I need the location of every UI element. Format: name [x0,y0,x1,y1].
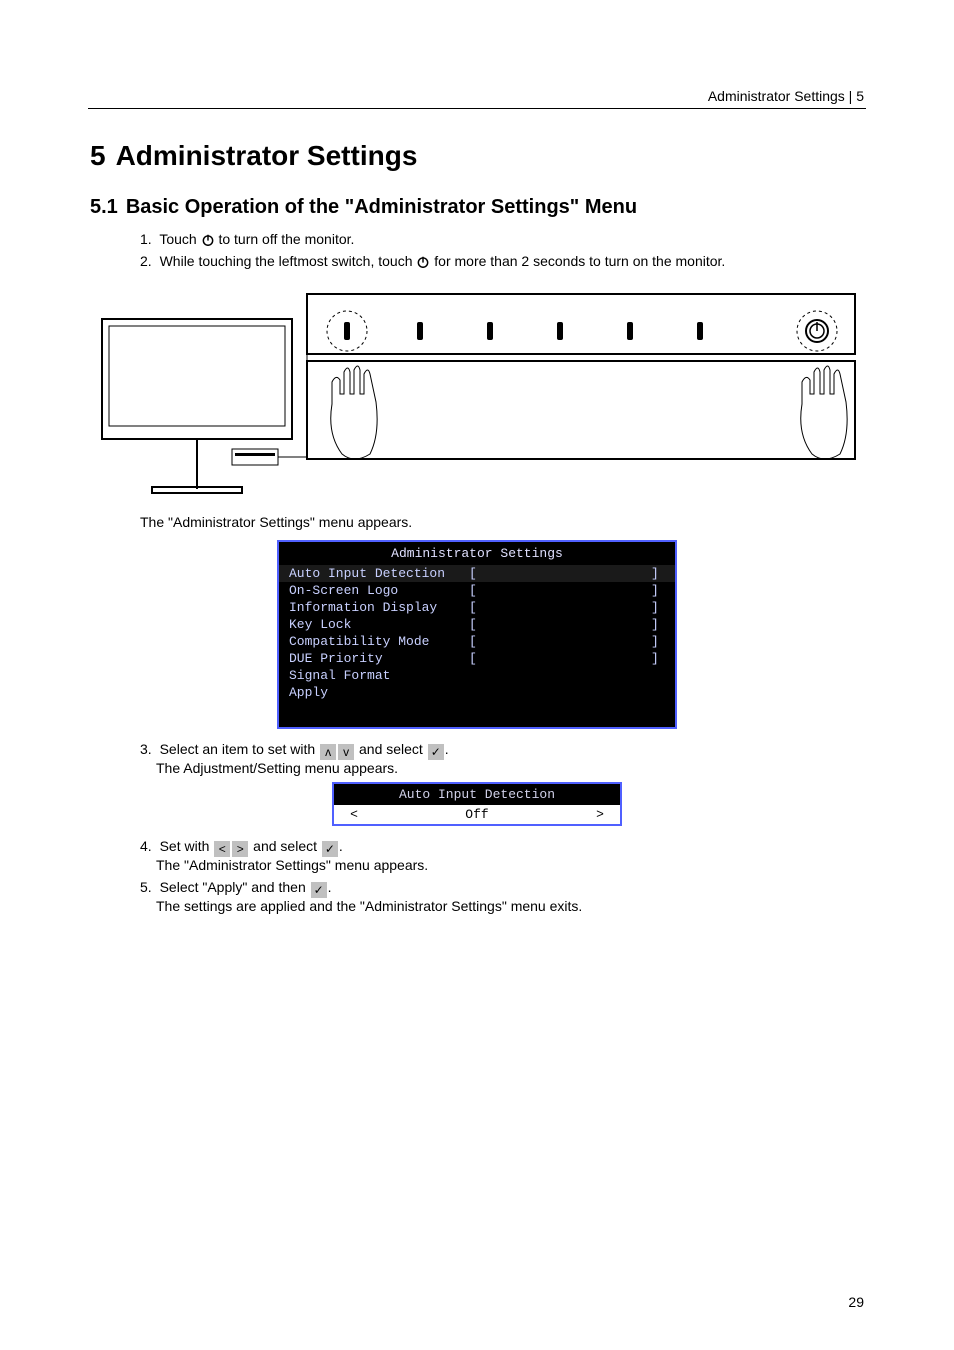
section-number: 5.1 [90,196,118,218]
step-subtext: The "Administrator Settings" menu appear… [156,857,864,873]
menu-label: Signal Format [289,668,469,683]
bracket [469,685,483,700]
submenu-title: Auto Input Detection [334,784,620,805]
menu-row: Information Display [ ] [279,599,675,616]
up-button-icon: ᴧ [320,744,336,760]
step-text: . [339,838,343,854]
menu-value [483,651,651,666]
step-number: 1. [140,231,152,247]
bracket: [ [469,651,483,666]
power-icon [416,255,430,269]
bracket: ] [651,634,665,649]
right-button-icon: > [232,841,248,857]
bracket: ] [651,651,665,666]
steps-list-cont2: 4. Set with <> and select ✓. The "Admini… [140,838,864,914]
step-text: for more than 2 seconds to turn on the m… [434,253,725,269]
menu-label: Information Display [289,600,469,615]
bracket: ] [651,566,665,581]
bracket: [ [469,617,483,632]
left-button-icon: < [214,841,230,857]
down-button-icon: ᴠ [338,744,354,760]
admin-settings-menu: Administrator Settings Auto Input Detect… [277,540,677,729]
step-text: and select [359,741,427,757]
menu-label: Apply [289,685,469,700]
chapter-heading: 5 Administrator Settings [90,140,864,172]
bracket: [ [469,634,483,649]
step-number: 2. [140,253,152,269]
menu-value [483,634,651,649]
step-number: 4. [140,838,152,854]
header-rule [88,108,866,109]
section-heading: 5.1 Basic Operation of the "Administrator… [90,196,864,219]
menu-value [483,617,651,632]
step-2: 2. While touching the leftmost switch, t… [140,253,864,269]
menu-row: DUE Priority [ ] [279,650,675,667]
menu-label: Key Lock [289,617,469,632]
step-3: 3. Select an item to set with ᴧᴠ and sel… [140,741,864,776]
step-5: 5. Select "Apply" and then ✓. The settin… [140,879,864,914]
menu-row: Apply [279,684,675,701]
bracket: [ [469,600,483,615]
page-number: 29 [848,1294,864,1310]
menu-label: Auto Input Detection [289,566,469,581]
bracket [469,668,483,683]
adjustment-setting-menu: Auto Input Detection < Off > [332,782,622,826]
check-button-icon: ✓ [428,744,444,760]
step-text: Set with [160,838,214,854]
check-button-icon: ✓ [311,882,327,898]
page-header: Administrator Settings | 5 [708,88,864,104]
menu-label: Compatibility Mode [289,634,469,649]
menu-title: Administrator Settings [279,542,675,565]
bracket [651,668,665,683]
menu-row: Signal Format [279,667,675,684]
section-title: Basic Operation of the "Administrator Se… [126,196,637,218]
chapter-number: 5 [90,140,106,171]
bracket: [ [469,583,483,598]
steps-list-cont: 3. Select an item to set with ᴧᴠ and sel… [140,741,864,776]
monitor-illustration [97,289,857,504]
bracket: ] [651,617,665,632]
check-button-icon: ✓ [322,841,338,857]
step-text: While touching the leftmost switch, touc… [160,253,417,269]
power-icon [201,233,215,247]
step-text: Select "Apply" and then [160,879,310,895]
menu-value [483,600,651,615]
menu-value [483,685,651,700]
step-text: Select an item to set with [160,741,320,757]
step-subtext: The settings are applied and the "Admini… [156,898,864,914]
bracket: [ [469,566,483,581]
bracket [651,685,665,700]
menu-row: Compatibility Mode [ ] [279,633,675,650]
bracket: ] [651,583,665,598]
step-text: Touch [159,231,200,247]
step-text: and select [253,838,321,854]
menu-row: Key Lock [ ] [279,616,675,633]
menu-row: Auto Input Detection [ ] [279,565,675,582]
figure-caption: The "Administrator Settings" menu appear… [140,514,864,530]
right-arrow-icon: > [580,807,620,822]
step-1: 1. Touch to turn off the monitor. [140,231,864,247]
submenu-value: Off [374,807,580,822]
menu-value [483,566,651,581]
left-arrow-icon: < [334,807,374,822]
menu-value [483,668,651,683]
step-4: 4. Set with <> and select ✓. The "Admini… [140,838,864,873]
step-text: . [445,741,449,757]
step-text: . [328,879,332,895]
menu-row: On-Screen Logo [ ] [279,582,675,599]
step-subtext: The Adjustment/Setting menu appears. [156,760,864,776]
step-text: to turn off the monitor. [218,231,354,247]
step-number: 3. [140,741,152,757]
menu-label: DUE Priority [289,651,469,666]
menu-value [483,583,651,598]
menu-label: On-Screen Logo [289,583,469,598]
step-number: 5. [140,879,152,895]
steps-list: 1. Touch to turn off the monitor. 2. Whi… [140,231,864,269]
bracket: ] [651,600,665,615]
chapter-title: Administrator Settings [116,140,418,171]
